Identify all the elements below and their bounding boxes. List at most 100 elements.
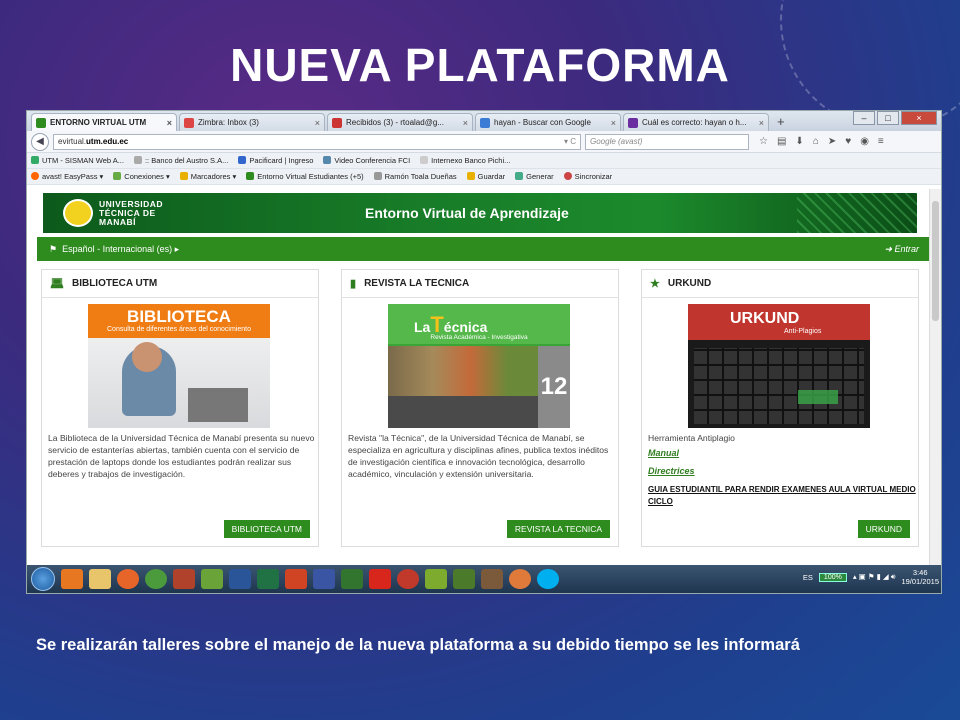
card-biblioteca: 💻︎ BIBLIOTECA UTM BIBLIOTECA Consulta de…: [41, 269, 319, 547]
tab-zimbra[interactable]: Zimbra: Inbox (3) ×: [179, 113, 325, 131]
login-link[interactable]: ➜ Entrar: [884, 244, 919, 255]
battery-indicator[interactable]: 100%: [818, 572, 847, 582]
bookmark-label: Pacificard | Ingreso: [249, 156, 314, 165]
bookmark-item[interactable]: Pacificard | Ingreso: [238, 156, 313, 165]
skype-icon[interactable]: [537, 569, 559, 589]
app-icon[interactable]: [425, 569, 447, 589]
bookmark-star-icon[interactable]: ☆: [759, 136, 768, 147]
bookmark-item[interactable]: UTM - SISMAN Web A...: [31, 156, 124, 165]
tab-google[interactable]: hayan - Buscar con Google ×: [475, 113, 621, 131]
image-title: URKUND: [730, 310, 800, 327]
page-scrollbar[interactable]: [929, 189, 941, 567]
slide-caption: Se realizarán talleres sobre el manejo d…: [36, 636, 800, 654]
bookmark-label: Internexo Banco Pichi...: [431, 156, 511, 165]
app-grid-icon[interactable]: [201, 569, 223, 589]
bookmark-item[interactable]: Sincronizar: [563, 172, 612, 181]
menu-icon[interactable]: ≡: [878, 136, 884, 147]
game-icon[interactable]: [173, 569, 195, 589]
toolbar-icons: ☆ ▤ ⬇ ⌂ ➤ ♥ ◉ ≡: [759, 136, 884, 147]
biblioteca-button[interactable]: BIBLIOTECA UTM: [223, 520, 310, 538]
slide-title: NUEVA PLATAFORMA: [230, 39, 730, 91]
language-selector[interactable]: Español - Internacional (es) ▸: [62, 244, 179, 255]
minimize-icon[interactable]: –: [853, 111, 875, 125]
bookmark-item[interactable]: avast! EasyPass ▾: [31, 172, 103, 181]
card-header: ▮ REVISTA LA TECNICA: [342, 270, 618, 298]
bookmark-item[interactable]: Marcadores ▾: [179, 172, 236, 181]
close-window-icon[interactable]: ×: [901, 111, 937, 125]
new-tab-button[interactable]: +: [771, 113, 791, 131]
app-icon[interactable]: [509, 569, 531, 589]
biblioteca-image[interactable]: BIBLIOTECA Consulta de diferentes áreas …: [88, 304, 270, 428]
close-tab-icon[interactable]: ×: [611, 118, 616, 128]
addon-icon[interactable]: ◉: [860, 136, 869, 147]
shield-icon[interactable]: ♥: [845, 136, 851, 147]
university-name: UNIVERSIDAD TÉCNICA DE MANABÍ: [99, 200, 163, 227]
start-button[interactable]: [31, 567, 55, 591]
scrollbar-thumb[interactable]: [932, 201, 939, 321]
tab-label: Recibidos (3) - rtoalad@g...: [346, 118, 444, 127]
bookmark-item[interactable]: Internexo Banco Pichi...: [420, 156, 510, 165]
guide-link[interactable]: GUIA ESTUDIANTIL PARA RENDIR EXAMENES AU…: [648, 484, 916, 508]
cover-footer: [388, 396, 538, 428]
chrome-icon[interactable]: [145, 569, 167, 589]
close-tab-icon[interactable]: ×: [463, 118, 468, 128]
laptop-icon: 💻︎: [50, 278, 64, 290]
bookmark-count: (+5): [350, 172, 364, 181]
bookmark-item[interactable]: Entorno Virtual Estudiantes (+5): [246, 172, 364, 181]
excel-icon[interactable]: [257, 569, 279, 589]
image-subtitle: Anti-Plagios: [784, 328, 822, 335]
app-icon[interactable]: [481, 569, 503, 589]
bookmark-item[interactable]: Guardar: [466, 172, 505, 181]
search-placeholder: Google (avast): [590, 137, 643, 146]
tab-entorno-virtual[interactable]: ENTORNO VIRTUAL UTM ×: [31, 113, 177, 131]
bookmark-item[interactable]: Conexiones ▾: [113, 172, 170, 181]
reader-icon[interactable]: ▤: [777, 136, 786, 147]
acrobat-icon[interactable]: [369, 569, 391, 589]
revista-button[interactable]: REVISTA LA TECNICA: [506, 520, 610, 538]
bookmark-item[interactable]: Generar: [515, 172, 554, 181]
bookmark-item[interactable]: Ramón Toala Dueñas: [373, 172, 457, 181]
windows-taskbar: ES 100% ▴ ▣ ⚑ ▮ ◢ 🔊︎ 3:46 19/01/2015: [27, 565, 941, 593]
bookmark-label: UTM - SISMAN Web A...: [42, 156, 124, 165]
visio-icon[interactable]: [313, 569, 335, 589]
url-bar[interactable]: evirtual. utm.edu.ec ▾ C: [53, 133, 581, 150]
reload-icon[interactable]: ▾ C: [564, 137, 576, 146]
word-icon[interactable]: [229, 569, 251, 589]
banner-title: Entorno Virtual de Aprendizaje: [365, 205, 569, 221]
bookmark-item[interactable]: Video Conferencia FCI: [323, 156, 410, 165]
project-icon[interactable]: [341, 569, 363, 589]
send-icon[interactable]: ➤: [828, 136, 836, 147]
urkund-button[interactable]: URKUND: [857, 520, 910, 538]
manual-link[interactable]: Manual: [648, 444, 916, 462]
urkund-image[interactable]: URKUND Anti-Plagios: [688, 304, 870, 428]
language-indicator[interactable]: ES: [803, 573, 813, 582]
powerpoint-icon[interactable]: [285, 569, 307, 589]
close-tab-icon[interactable]: ×: [315, 118, 320, 128]
home-icon[interactable]: ⌂: [813, 136, 819, 147]
tab-gmail[interactable]: Recibidos (3) - rtoalad@g... ×: [327, 113, 473, 131]
tab-yahoo[interactable]: Cuál es correcto: hayan o h... ×: [623, 113, 769, 131]
search-input[interactable]: Google (avast): [585, 133, 749, 150]
bookmark-favicon-icon: [238, 156, 247, 164]
user-icon: [373, 172, 382, 180]
back-icon[interactable]: ◀: [31, 132, 49, 151]
close-tab-icon[interactable]: ×: [167, 118, 172, 128]
media-player-icon[interactable]: [61, 569, 83, 589]
maximize-icon[interactable]: □: [877, 111, 899, 125]
download-icon[interactable]: ⬇: [795, 136, 803, 147]
card-header: 💻︎ BIBLIOTECA UTM: [42, 270, 318, 298]
explorer-icon[interactable]: [89, 569, 111, 589]
close-tab-icon[interactable]: ×: [759, 118, 764, 128]
bookmark-favicon-icon: [133, 156, 142, 164]
revista-image[interactable]: LaTécnica Revista Académica - Investigat…: [388, 304, 570, 428]
book-icon: ▮: [350, 278, 357, 290]
bookmark-label: Entorno Virtual Estudiantes: [257, 172, 348, 181]
app-icon[interactable]: [397, 569, 419, 589]
app-icon[interactable]: [453, 569, 475, 589]
directrices-link[interactable]: Directrices: [648, 462, 916, 480]
clock[interactable]: 3:46 19/01/2015: [901, 568, 939, 586]
tray-icons[interactable]: ▴ ▣ ⚑ ▮ ◢ 🔊︎: [853, 572, 896, 582]
bookmark-item[interactable]: :: Banco del Austro S.A...: [133, 156, 229, 165]
firefox-icon[interactable]: [117, 569, 139, 589]
bookmark-label: :: Banco del Austro S.A...: [144, 156, 229, 165]
